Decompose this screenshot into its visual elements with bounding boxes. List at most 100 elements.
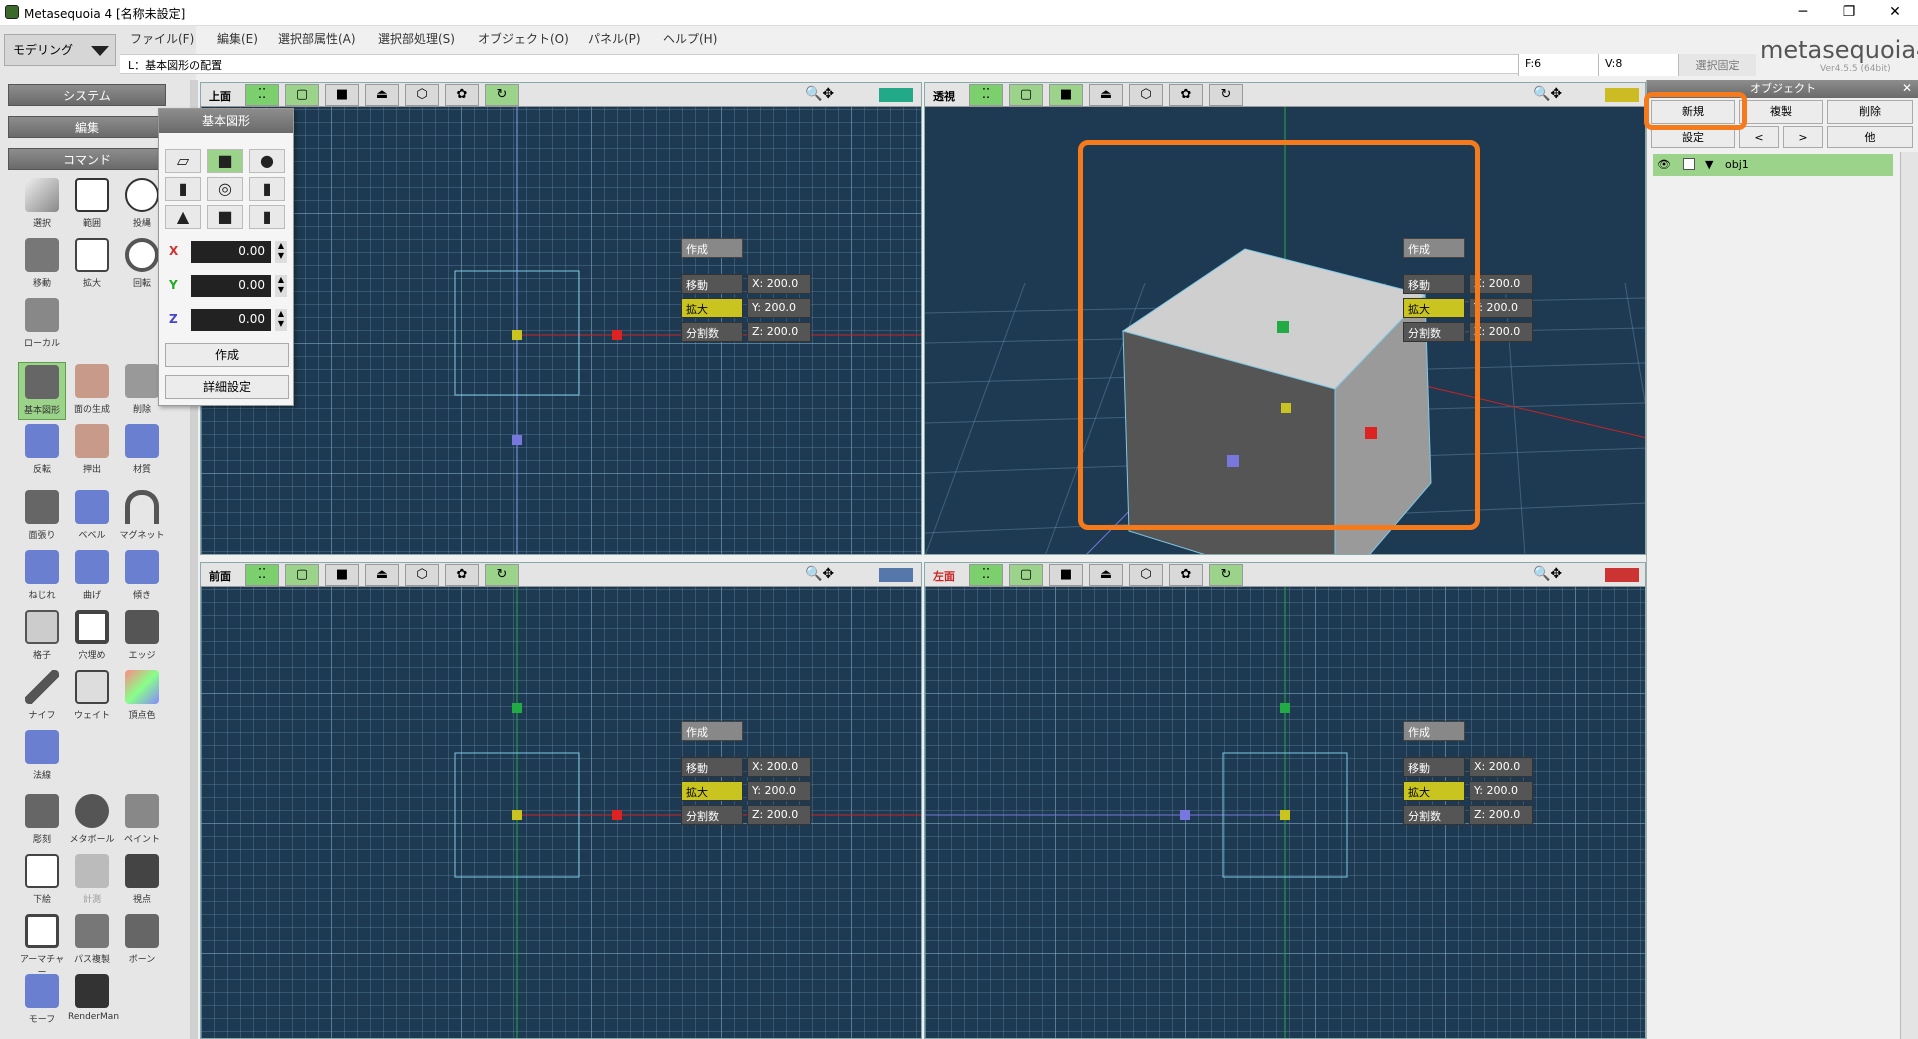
tool-range[interactable]: 範囲 xyxy=(68,176,116,234)
tool-flip[interactable]: 反転 xyxy=(18,422,66,480)
tool-extrude[interactable]: 押出 xyxy=(68,422,116,480)
gear-icon[interactable]: ✿ xyxy=(445,84,479,106)
tool-select[interactable]: 選択 xyxy=(18,176,66,234)
delete-object-button[interactable]: 削除 xyxy=(1827,100,1913,124)
tool-move[interactable]: 移動 xyxy=(18,236,66,294)
gizmo-scale[interactable]: 拡大 xyxy=(681,781,743,801)
tool-underlay[interactable]: 下絵 xyxy=(18,852,66,910)
center-handle[interactable] xyxy=(512,330,522,340)
object-list-scrollbar[interactable] xyxy=(1900,152,1918,1039)
viewport-left[interactable]: 左面 ⁚⁚ ▢ ■ ⏏ ⬡ ✿ ↻ 🔍✥ 作成 移動 X: 200.0 拡大 Y: … xyxy=(924,562,1646,1039)
plane-shape-icon[interactable]: ▱ xyxy=(165,149,201,173)
tool-face-fill[interactable]: 面張り xyxy=(18,488,66,546)
cone-shape-icon[interactable]: ▲ xyxy=(165,205,201,229)
gizmo-z[interactable]: Z: 200.0 xyxy=(1469,805,1533,825)
face-mode-button[interactable]: ■ xyxy=(325,564,359,586)
center-handle[interactable] xyxy=(1280,810,1290,820)
vertex-mode-button[interactable]: ⁚⁚ xyxy=(245,564,279,586)
tool-create-face[interactable]: 面の生成 xyxy=(68,362,116,420)
sphere-shape-icon[interactable]: ● xyxy=(249,149,285,173)
create-button[interactable]: 作成 xyxy=(165,343,289,367)
tool-bend[interactable]: 曲げ xyxy=(68,548,116,606)
tool-sculpt[interactable]: 彫刻 xyxy=(18,792,66,850)
z-input[interactable]: 0.00 xyxy=(191,309,271,331)
z-handle[interactable] xyxy=(512,435,522,445)
menu-selection-proc[interactable]: 選択部処理(S) xyxy=(378,30,455,47)
tool-renderman[interactable]: RenderMan xyxy=(68,972,119,1030)
gizmo-z[interactable]: Z: 200.0 xyxy=(747,322,811,342)
wire-cube-icon[interactable]: ⬡ xyxy=(1129,564,1163,586)
gizmo-divide[interactable]: 分割数 xyxy=(681,805,743,825)
edge-mode-button[interactable]: ▢ xyxy=(1009,564,1043,586)
gizmo-scale[interactable]: 拡大 xyxy=(1403,781,1465,801)
expand-triangle-icon[interactable]: ▼ xyxy=(1705,158,1713,171)
menu-object[interactable]: オブジェクト(O) xyxy=(478,30,569,47)
vertex-mode-button[interactable]: ⁚⁚ xyxy=(969,564,1003,586)
y-handle[interactable] xyxy=(1280,703,1290,713)
display-toggle-icon[interactable] xyxy=(879,88,913,102)
perspective-icon[interactable]: ⏏ xyxy=(1089,564,1123,586)
tool-viewpoint[interactable]: 視点 xyxy=(118,852,166,910)
menu-panel[interactable]: パネル(P) xyxy=(588,30,641,47)
tool-twist[interactable]: ねじれ xyxy=(18,548,66,606)
rounded-cube-shape-icon[interactable]: ■ xyxy=(207,205,243,229)
gizmo-create[interactable]: 作成 xyxy=(681,238,743,258)
gizmo-y[interactable]: Y: 200.0 xyxy=(747,298,811,318)
wire-cube-icon[interactable]: ⬡ xyxy=(405,84,439,106)
edit-section-button[interactable]: 編集 xyxy=(8,116,166,138)
gizmo-create[interactable]: 作成 xyxy=(681,721,743,741)
perspective-icon[interactable]: ⏏ xyxy=(365,84,399,106)
gear-icon[interactable]: ✿ xyxy=(445,564,479,586)
tool-material[interactable]: 材質 xyxy=(118,422,166,480)
cylinder-shape-icon[interactable]: ▮ xyxy=(165,177,201,201)
tool-armature[interactable]: アーマチャー xyxy=(18,912,66,978)
gizmo-x[interactable]: X: 200.0 xyxy=(747,274,811,294)
mode-select[interactable]: モデリング xyxy=(4,34,116,66)
edge-mode-button[interactable]: ▢ xyxy=(285,564,319,586)
close-icon[interactable]: ✕ xyxy=(1902,81,1912,95)
torus-shape-icon[interactable]: ◎ xyxy=(207,177,243,201)
gizmo-x[interactable]: X: 200.0 xyxy=(1469,757,1533,777)
x-input[interactable]: 0.00 xyxy=(191,241,271,263)
visibility-eye-icon[interactable]: 👁 xyxy=(1657,158,1671,171)
prev-button[interactable]: < xyxy=(1739,126,1779,148)
tool-edge[interactable]: エッジ xyxy=(118,608,166,666)
gizmo-scale[interactable]: 拡大 xyxy=(681,298,743,318)
gizmo-move[interactable]: 移動 xyxy=(681,757,743,777)
viewport-front[interactable]: 前面 ⁚⁚ ▢ ■ ⏏ ⬡ ✿ ↻ 🔍✥ 作成 移動 X: 200.0 拡大 Y: … xyxy=(200,562,922,1039)
tool-bevel[interactable]: ベベル xyxy=(68,488,116,546)
close-button[interactable]: ✕ xyxy=(1872,0,1918,26)
x-handle[interactable] xyxy=(612,810,622,820)
z-handle[interactable] xyxy=(1180,810,1190,820)
menu-help[interactable]: ヘルプ(H) xyxy=(663,30,717,47)
zoom-pan-icon[interactable]: 🔍✥ xyxy=(1533,566,1562,582)
vertex-mode-button[interactable]: ⁚⁚ xyxy=(245,84,279,106)
other-button[interactable]: 他 xyxy=(1827,126,1913,148)
x-spinner[interactable]: ▲ ▼ xyxy=(275,241,287,263)
refresh-icon[interactable]: ↻ xyxy=(1209,564,1243,586)
tool-path-clone[interactable]: パス複製 xyxy=(68,912,116,970)
gizmo-divide[interactable]: 分割数 xyxy=(681,322,743,342)
y-handle[interactable] xyxy=(512,703,522,713)
rounded-cylinder-shape-icon[interactable]: ▮ xyxy=(249,205,285,229)
tool-paint[interactable]: ペイント xyxy=(118,792,166,850)
tool-scale[interactable]: 拡大 xyxy=(68,236,116,294)
tool-tilt[interactable]: 傾き xyxy=(118,548,166,606)
detail-settings-button[interactable]: 詳細設定 xyxy=(165,375,289,399)
gizmo-z[interactable]: Z: 200.0 xyxy=(747,805,811,825)
tool-bone[interactable]: ボーン xyxy=(118,912,166,970)
tool-vertex-color[interactable]: 頂点色 xyxy=(118,668,166,726)
gizmo-y[interactable]: Y: 200.0 xyxy=(747,781,811,801)
system-section-button[interactable]: システム xyxy=(8,84,166,106)
tool-measure[interactable]: 計測 xyxy=(68,852,116,910)
gizmo-move[interactable]: 移動 xyxy=(1403,757,1465,777)
tool-basic-shape[interactable]: 基本図形 xyxy=(18,362,66,420)
selection-lock-button[interactable]: 選択固定 xyxy=(1678,54,1756,76)
x-handle[interactable] xyxy=(612,330,622,340)
gizmo-divide[interactable]: 分割数 xyxy=(1403,805,1465,825)
y-input[interactable]: 0.00 xyxy=(191,275,271,297)
wire-cube-icon[interactable]: ⬡ xyxy=(405,564,439,586)
next-button[interactable]: > xyxy=(1783,126,1823,148)
capsule-shape-icon[interactable]: ▮ xyxy=(249,177,285,201)
tool-knife[interactable]: ナイフ xyxy=(18,668,66,726)
